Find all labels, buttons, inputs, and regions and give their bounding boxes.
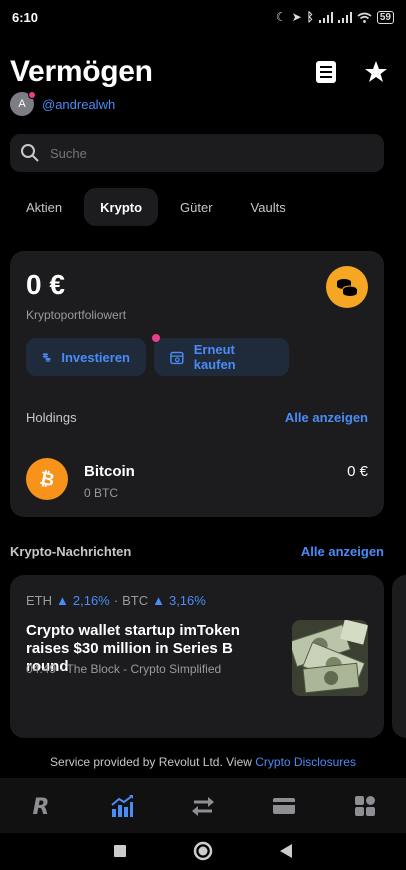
next-news-card[interactable] [392, 575, 406, 738]
revolut-logo-icon[interactable]: R [21, 786, 61, 826]
search-input[interactable] [50, 145, 374, 161]
portfolio-balance-label: Kryptoportfoliowert [26, 308, 127, 322]
hub-grid-icon[interactable] [345, 786, 385, 826]
arrow-up-icon: ▲ [56, 593, 69, 608]
username-link[interactable]: @andrealwh [42, 97, 115, 112]
news-header: Krypto-Nachrichten Alle anzeigen [10, 544, 384, 559]
tab-vaults[interactable]: Vaults [235, 188, 302, 226]
bitcoin-icon: ₿ [26, 458, 68, 500]
bottom-nav: R [0, 778, 406, 833]
portfolio-card: 0 € Kryptoportfoliowert Investieren Erne… [10, 251, 384, 517]
news-card[interactable]: ETH ▲ 2,16% · BTC ▲ 3,16% Crypto wallet … [10, 575, 384, 738]
avatar[interactable]: A [10, 91, 36, 116]
ticker-symbol: ETH [26, 593, 52, 608]
notification-dot [152, 334, 160, 342]
tab-krypto[interactable]: Krypto [84, 188, 159, 226]
wifi-icon [357, 12, 372, 23]
ticker-change: 2,16% [72, 593, 110, 608]
news-see-all-link[interactable]: Alle anzeigen [301, 544, 384, 559]
invest-button-label: Investieren [61, 349, 130, 365]
holding-value: 0 € [347, 463, 368, 480]
document-icon[interactable] [306, 52, 346, 92]
wealth-chart-icon[interactable] [102, 786, 142, 826]
holding-amount: 0 BTC [84, 486, 119, 500]
search-icon [21, 144, 39, 162]
holding-name: Bitcoin [84, 463, 135, 480]
calendar-repeat-icon [170, 351, 184, 364]
location-icon: ➤ [291, 10, 302, 24]
transfer-arrows-icon[interactable] [183, 786, 223, 826]
rebuy-button[interactable]: Erneut kaufen [152, 334, 289, 376]
search-bar[interactable] [10, 134, 384, 172]
bluetooth-icon: ᛒ [306, 10, 314, 24]
svg-text:₿: ₿ [38, 468, 57, 490]
ticker-separator: · [113, 593, 119, 608]
news-thumbnail [292, 620, 368, 696]
asset-tabs: Aktien Krypto Güter Vaults [10, 188, 302, 226]
user-row[interactable]: A @andrealwh [10, 91, 115, 116]
svg-text:R: R [32, 795, 49, 818]
invest-button[interactable]: Investieren [26, 338, 146, 376]
holdings-see-all-link[interactable]: Alle anzeigen [285, 410, 368, 425]
notification-dot [28, 91, 36, 99]
home-circle-icon[interactable] [193, 841, 213, 866]
news-section-title: Krypto-Nachrichten [10, 544, 132, 559]
portfolio-balance: 0 € [26, 269, 65, 300]
status-time: 6:10 [12, 9, 39, 25]
disclaimer-text: Service provided by Revolut Ltd. View [50, 755, 256, 769]
rebuy-button-label: Erneut kaufen [193, 342, 236, 372]
signal-icon [337, 11, 352, 23]
tab-aktien[interactable]: Aktien [10, 188, 78, 226]
battery-icon: 59 [376, 10, 394, 24]
page-title: Vermögen [10, 55, 153, 88]
ticker-symbol: BTC [122, 593, 149, 608]
coins-icon[interactable] [326, 266, 368, 308]
news-tickers: ETH ▲ 2,16% · BTC ▲ 3,16% [26, 593, 206, 608]
news-meta: 04:49 · The Block - Crypto Simplified [26, 662, 222, 676]
moon-icon: ☾ [275, 10, 287, 24]
avatar-initial: A [18, 98, 26, 110]
holdings-label: Holdings [26, 410, 77, 425]
disclaimer: Service provided by Revolut Ltd. View Cr… [0, 755, 406, 769]
ticker-change: 3,16% [168, 593, 206, 608]
system-nav-bar [0, 836, 406, 870]
star-icon[interactable] [356, 52, 396, 92]
arrow-up-icon: ▲ [152, 593, 165, 608]
crypto-disclosures-link[interactable]: Crypto Disclosures [255, 755, 356, 769]
signal-icon [318, 11, 333, 23]
coins-stack-icon [42, 353, 51, 362]
back-triangle-icon[interactable] [279, 843, 293, 864]
status-bar: 6:10 ☾ ➤ ᛒ 59 [0, 0, 406, 34]
status-icons: ☾ ➤ ᛒ 59 [276, 10, 394, 24]
header: Vermögen [10, 52, 396, 92]
holding-row-bitcoin[interactable]: ₿ Bitcoin 0 BTC 0 € [26, 458, 368, 502]
recents-square-icon[interactable] [113, 844, 127, 863]
tab-gueter[interactable]: Güter [164, 188, 229, 226]
card-icon[interactable] [264, 786, 304, 826]
